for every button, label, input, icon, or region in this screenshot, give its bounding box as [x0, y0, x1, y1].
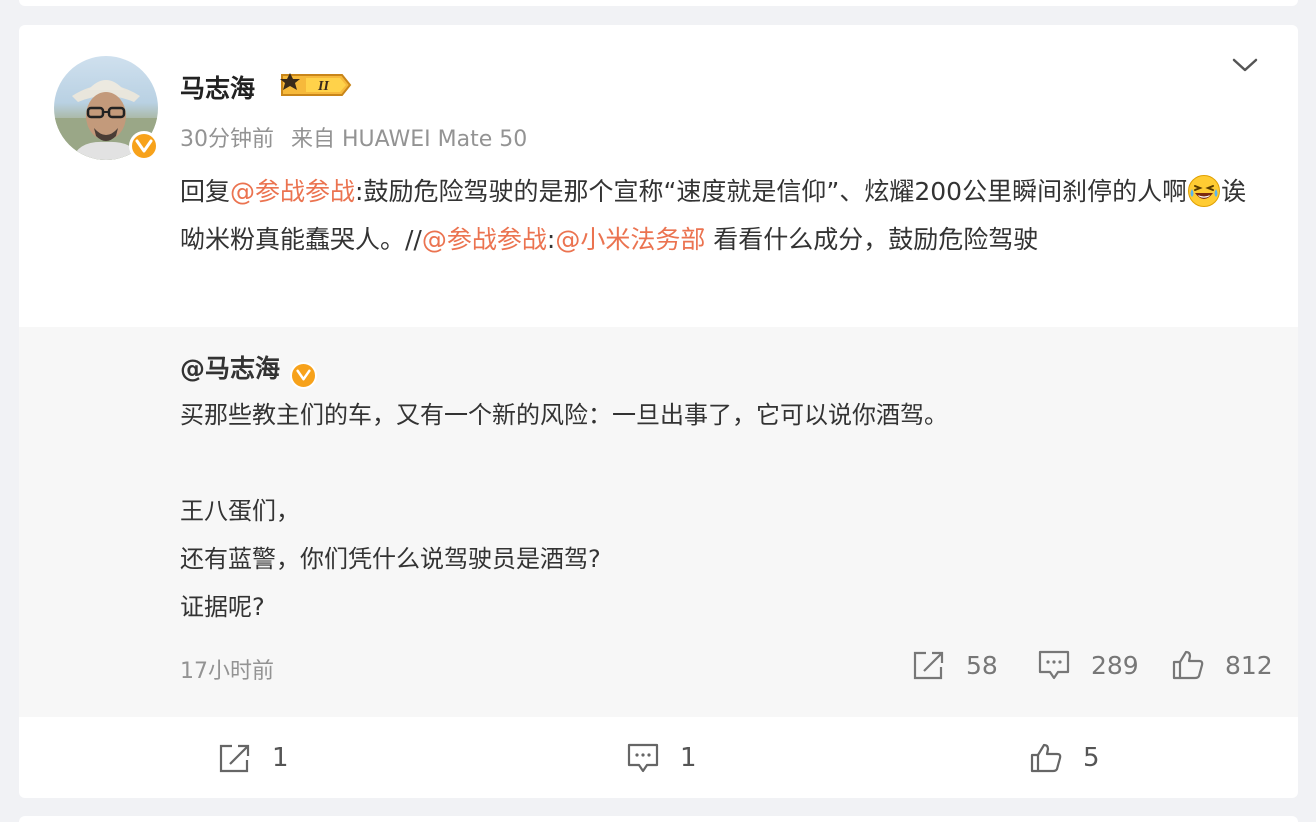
post-meta: 30分钟前 来自 HUAWEI Mate 50 [180, 121, 527, 153]
thumb-up-icon [1030, 743, 1062, 773]
mention-link[interactable]: @参战参战 [230, 177, 355, 206]
repost-count: 1 [272, 743, 289, 773]
like-count: 812 [1225, 650, 1273, 680]
repost-like-button[interactable]: 812 [1171, 649, 1273, 681]
verified-icon [290, 361, 318, 389]
repost-icon [219, 744, 250, 773]
post-text-body-1: :鼓励危险驾驶的是那个宣称“速度就是信仰”、炫耀200公里瞬间刹停的人啊 [355, 177, 1188, 206]
laughing-crying-emoji-icon [1187, 174, 1221, 208]
svg-text:II: II [317, 79, 329, 94]
post-time[interactable]: 30分钟前 [180, 127, 274, 152]
reposted-content[interactable]: @马志海 买那些教主们的车，又有一个新的风险：一旦出事了，它可以说你酒驾。 王八… [19, 327, 1298, 717]
comment-count: 289 [1091, 650, 1139, 680]
repost-line: 买那些教主们的车，又有一个新的风险：一旦出事了，它可以说你酒驾。 [180, 401, 948, 429]
verified-icon [129, 131, 159, 161]
reply-prefix: 回复 [180, 177, 231, 206]
next-post-card-edge [19, 816, 1298, 822]
author-avatar[interactable] [54, 56, 160, 162]
repost-line: 还有蓝警，你们凭什么说驾驶员是酒驾? [180, 545, 601, 573]
post-text: 回复@参战参战:鼓励危险驾驶的是那个宣称“速度就是信仰”、炫耀200公里瞬间刹停… [180, 168, 1270, 264]
comment-count: 1 [680, 743, 697, 773]
like-count: 5 [1083, 743, 1100, 773]
repost-button[interactable]: 1 [218, 742, 289, 774]
mention-link[interactable]: @参战参战 [422, 225, 547, 254]
repost-time[interactable]: 17小时前 [180, 653, 274, 685]
level-badge-icon[interactable]: II [276, 71, 352, 103]
weibo-post-card: 马志海 II 30分钟前 来自 HUAWEI Mate 50 回复@参战参战:鼓… [19, 25, 1298, 798]
comment-button[interactable]: 1 [626, 742, 697, 774]
post-text-body-3: 看看什么成分，鼓励危险驾驶 [705, 225, 1039, 254]
repost-author-name[interactable]: @马志海 [180, 354, 280, 383]
comment-icon [1038, 650, 1070, 680]
repost-line: 证据呢? [180, 593, 265, 621]
repost-repost-button[interactable]: 58 [912, 649, 998, 681]
post-source: 来自 HUAWEI Mate 50 [291, 127, 528, 152]
repost-count: 58 [966, 650, 998, 680]
repost-author: @马志海 [180, 349, 318, 389]
repost-line: 王八蛋们， [180, 497, 300, 525]
repost-text: 买那些教主们的车，又有一个新的风险：一旦出事了，它可以说你酒驾。 王八蛋们， 还… [180, 391, 948, 631]
previous-post-card-edge [19, 0, 1298, 6]
comment-icon [627, 743, 659, 773]
thumb-up-icon [1172, 650, 1204, 680]
repost-icon [913, 651, 944, 680]
chevron-down-icon[interactable] [1231, 55, 1259, 75]
author-name[interactable]: 马志海 [180, 69, 255, 105]
mention-link[interactable]: @小米法务部 [555, 225, 705, 254]
repost-line [180, 439, 948, 487]
repost-comment-button[interactable]: 289 [1037, 649, 1139, 681]
like-button[interactable]: 5 [1029, 742, 1100, 774]
